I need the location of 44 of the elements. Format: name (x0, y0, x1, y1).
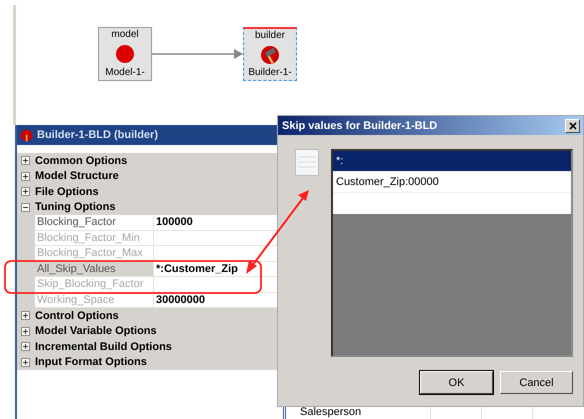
expand-icon[interactable] (21, 358, 30, 367)
ok-button[interactable]: OK (420, 371, 493, 394)
list-item[interactable]: Customer_Zip:00000 (333, 172, 571, 193)
group-label: Model Structure (35, 170, 119, 182)
hammer-icon (20, 128, 33, 142)
hammer-icon (260, 44, 280, 64)
expand-icon[interactable] (21, 342, 30, 352)
expand-icon[interactable] (21, 311, 30, 320)
panel-title: Builder-1-BLD (builder) (37, 129, 158, 141)
property-group[interactable]: File Options (17, 184, 279, 200)
group-label: Tuning Options (35, 201, 116, 214)
node-name-label: Model-1- (105, 67, 145, 79)
expand-icon[interactable] (21, 326, 30, 336)
group-label: Model Variable Options (35, 325, 157, 338)
node-name-label: Builder-1- (248, 67, 292, 79)
property-name[interactable]: All_Skip_Values (35, 262, 154, 277)
group-label: Control Options (35, 310, 119, 322)
property-group[interactable]: Model Structure (17, 168, 279, 184)
ball-icon (115, 44, 135, 64)
expand-icon[interactable] (21, 156, 30, 166)
property-group[interactable]: Model Variable Options (17, 324, 279, 339)
property-group[interactable]: Input Format Options (17, 354, 279, 370)
diagram-node[interactable]: builder Builder-1- (243, 27, 297, 81)
group-label: File Options (35, 186, 99, 198)
node-type-label: model (111, 29, 139, 41)
group-label: Input Format Options (35, 356, 147, 368)
group-label: Incremental Build Options (35, 340, 172, 353)
close-icon (568, 122, 576, 130)
property-group[interactable]: Common Options (17, 153, 279, 168)
diagram-node[interactable]: model Model-1- (98, 27, 152, 81)
expand-icon[interactable] (21, 187, 30, 196)
property-group[interactable]: Tuning Options (17, 200, 279, 215)
cancel-button[interactable]: Cancel (500, 371, 573, 394)
property-group[interactable]: Incremental Build Options (17, 339, 279, 354)
close-button[interactable] (565, 118, 580, 132)
dialog-title: Skip values for Builder-1-BLD (282, 120, 438, 132)
expand-icon[interactable] (21, 172, 30, 181)
group-label: Common Options (35, 154, 128, 167)
node-type-label: builder (254, 30, 286, 42)
property-group[interactable]: Control Options (17, 308, 279, 324)
list-item[interactable]: *: (333, 151, 571, 172)
property-value[interactable]: 100000 (154, 215, 279, 230)
collapse-icon[interactable] (21, 202, 30, 212)
property-name[interactable]: Blocking_Factor (35, 215, 154, 230)
